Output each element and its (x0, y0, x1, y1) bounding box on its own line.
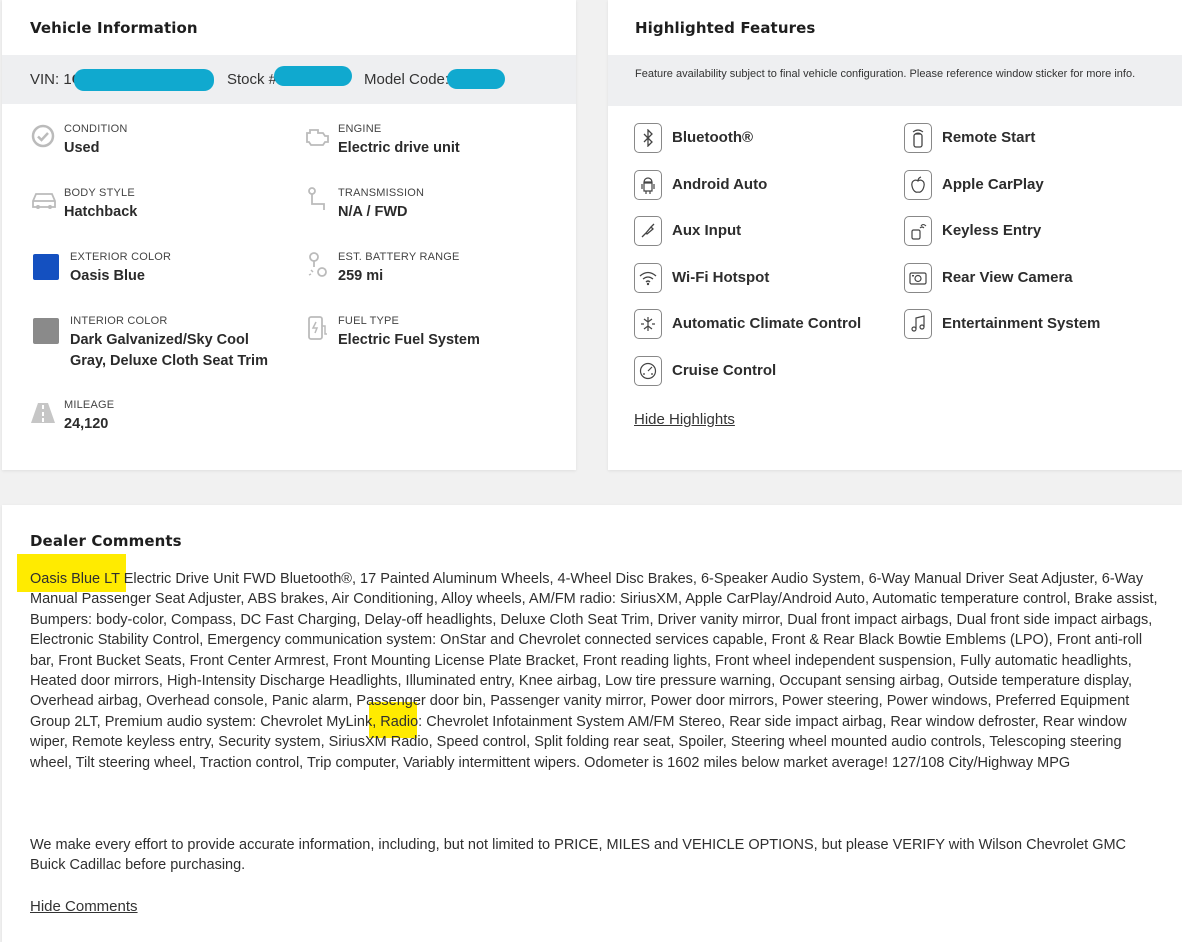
feature-label: Automatic Climate Control (672, 315, 862, 332)
gauge-icon (634, 356, 662, 386)
climate-icon (634, 309, 662, 339)
feature-label: Bluetooth® (672, 129, 754, 146)
body-style-label: BODY STYLE (64, 187, 135, 199)
battery-range-icon (308, 252, 327, 277)
car-icon (32, 193, 56, 209)
android-icon (634, 170, 662, 200)
fuel-type-label: FUEL TYPE (338, 315, 400, 327)
feature-label: Entertainment System (942, 315, 1101, 332)
hide-highlights-link[interactable]: Hide Highlights (634, 411, 735, 428)
battery-range-value: 259 mi (338, 268, 384, 284)
feature-label: Apple CarPlay (942, 176, 1044, 193)
remote-icon (904, 123, 932, 153)
body-style-value: Hatchback (64, 204, 138, 220)
check-circle-icon (31, 124, 55, 148)
interior-color-swatch (33, 318, 59, 344)
stock-label: Stock # (227, 71, 278, 88)
model-code-label: Model Code: (364, 71, 450, 88)
hide-comments-link[interactable]: Hide Comments (30, 898, 138, 915)
transmission-value: N/A / FWD (338, 204, 408, 220)
feature-label: Aux Input (672, 222, 742, 239)
interior-color-label: INTERIOR COLOR (70, 315, 168, 327)
wifi-icon (634, 263, 662, 293)
aux-icon (634, 216, 662, 246)
feature-label: Rear View Camera (942, 269, 1073, 286)
key-icon (904, 216, 932, 246)
dealer-comments-title: Dealer Comments (30, 532, 182, 550)
model-code-redaction (447, 69, 505, 89)
transmission-label: TRANSMISSION (338, 187, 425, 199)
vehicle-information-title: Vehicle Information (30, 19, 198, 37)
dealer-disclaimer: We make every effort to provide accurate… (30, 837, 1127, 874)
vin-redaction (74, 69, 214, 91)
mileage-value: 24,120 (64, 416, 109, 432)
engine-icon (306, 129, 329, 146)
music-icon (904, 309, 932, 339)
bluetooth-icon (634, 123, 662, 153)
feature-label: Keyless Entry (942, 222, 1042, 239)
feature-label: Cruise Control (672, 362, 777, 379)
vin-bar: VIN: 1C Stock # Model Code: (2, 55, 576, 104)
feature-label: Android Auto (672, 176, 768, 193)
dealer-comments-card: Dealer Comments Oasis Blue LT Electric D… (2, 505, 1182, 942)
battery-range-label: EST. BATTERY RANGE (338, 251, 460, 263)
mileage-label: MILEAGE (64, 399, 115, 411)
vehicle-information-card: Vehicle Information VIN: 1C Stock # Mode… (2, 0, 576, 470)
transmission-icon (308, 187, 325, 210)
highlighted-features-title: Highlighted Features (635, 19, 816, 37)
engine-value: Electric drive unit (338, 140, 460, 156)
interior-color-value-line1: Dark Galvanized/Sky Cool (70, 332, 249, 348)
interior-color-value-line2: Gray, Deluxe Cloth Seat Trim (70, 353, 268, 369)
engine-label: ENGINE (338, 123, 382, 135)
ev-charger-icon (308, 316, 327, 340)
exterior-color-value: Oasis Blue (70, 268, 145, 284)
highlighted-features-card: Highlighted Features Feature availabilit… (608, 0, 1182, 470)
road-icon (31, 403, 55, 423)
camera-icon (904, 263, 932, 293)
exterior-color-label: EXTERIOR COLOR (70, 251, 172, 263)
feature-label: Wi-Fi Hotspot (672, 269, 770, 286)
feature-availability-note: Feature availability subject to final ve… (608, 55, 1182, 106)
condition-value: Used (64, 140, 100, 156)
dealer-comments-body: Oasis Blue LT Electric Drive Unit FWD Bl… (30, 571, 1158, 771)
exterior-color-swatch (33, 254, 59, 280)
apple-icon (904, 170, 932, 200)
stock-redaction (274, 66, 352, 86)
fuel-type-value: Electric Fuel System (338, 332, 480, 348)
condition-label: CONDITION (64, 123, 128, 135)
feature-label: Remote Start (942, 129, 1036, 146)
